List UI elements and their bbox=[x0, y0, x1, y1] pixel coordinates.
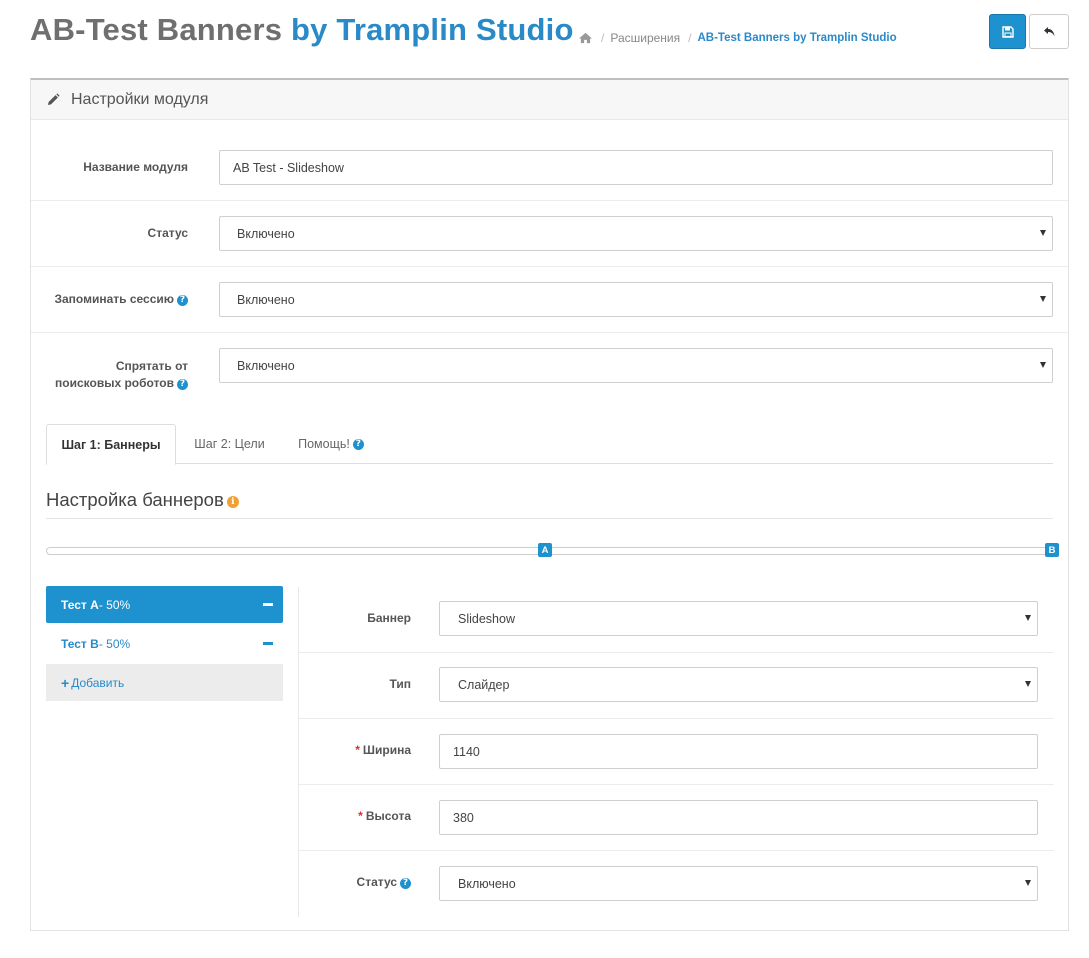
plus-icon: + bbox=[61, 674, 70, 691]
minus-icon[interactable] bbox=[263, 642, 273, 645]
status-label: Статус bbox=[147, 226, 188, 240]
status-select-value: Включено bbox=[237, 226, 295, 241]
variant-row-type: Тип Слайдер bbox=[299, 653, 1054, 719]
type-select-value: Слайдер bbox=[458, 677, 510, 692]
minus-icon[interactable] bbox=[263, 603, 273, 606]
breadcrumb-separator: / bbox=[688, 31, 692, 45]
hide-from-bots-label-line1: Спрятать от bbox=[115, 359, 188, 373]
banner-settings-title-text: Настройка баннеров bbox=[46, 489, 224, 510]
variant-a-name: Тест A bbox=[61, 597, 99, 612]
step-tabs: Шаг 1: Баннеры Шаг 2: Цели Помощь!? bbox=[46, 424, 1053, 465]
form-row-module-name: Название модуля AB Test - Slideshow bbox=[31, 120, 1068, 201]
banner-settings-title: Настройка баннеров i bbox=[46, 489, 239, 511]
variant-row-status: Статус? Включено bbox=[299, 851, 1054, 917]
hide-from-bots-label: Спрятать от поисковых роботов? bbox=[55, 358, 188, 392]
remember-session-select[interactable]: Включено bbox=[219, 282, 1053, 317]
variant-item-b[interactable]: Тест B - 50% bbox=[46, 625, 283, 662]
remember-session-select-value: Включено bbox=[237, 292, 295, 307]
question-icon: ? bbox=[352, 438, 364, 450]
height-label: * Высота bbox=[358, 809, 411, 823]
back-button[interactable] bbox=[1029, 14, 1069, 49]
add-variant-label: Добавить bbox=[71, 675, 125, 690]
split-handle-b[interactable]: B bbox=[1045, 543, 1059, 557]
breadcrumb-extensions[interactable]: Расширения bbox=[610, 31, 680, 45]
tab-help[interactable]: Помощь!? bbox=[286, 424, 376, 464]
pencil-icon bbox=[48, 92, 60, 105]
height-label-text: Высота bbox=[365, 809, 411, 823]
variant-settings-pane: Баннер Slideshow Тип Слайдер * Ширина 114… bbox=[298, 587, 1054, 917]
module-settings-panel: Настройки модуля Название модуля AB Test… bbox=[30, 78, 1069, 931]
width-label: * Ширина bbox=[355, 743, 411, 757]
page-title-accent: by Tramplin Studio bbox=[291, 12, 574, 47]
question-icon[interactable]: ? bbox=[177, 295, 188, 306]
banner-select[interactable]: Slideshow bbox=[439, 601, 1038, 636]
tab-goals[interactable]: Шаг 2: Цели bbox=[182, 424, 277, 464]
breadcrumb-current[interactable]: AB-Test Banners by Tramplin Studio bbox=[697, 32, 896, 44]
variant-b-share: - 50% bbox=[98, 636, 131, 651]
split-handle-a[interactable]: A bbox=[538, 543, 552, 557]
hide-from-bots-label-line2: поисковых роботов bbox=[55, 376, 174, 390]
page-title: AB-Test Banners by Tramplin Studio bbox=[30, 12, 574, 48]
width-input[interactable]: 1140 bbox=[439, 734, 1038, 769]
variant-status-label: Статус? bbox=[357, 875, 411, 889]
module-name-label: Название модуля bbox=[83, 160, 188, 174]
variant-row-width: * Ширина 1140 bbox=[299, 719, 1054, 785]
breadcrumb-separator: / bbox=[601, 31, 605, 45]
panel-title: Настройки модуля bbox=[71, 90, 209, 108]
variant-row-banner: Баннер Slideshow bbox=[299, 587, 1054, 653]
page-header: AB-Test Banners by Tramplin Studio / Рас… bbox=[0, 0, 1089, 70]
variant-b-name: Тест B bbox=[61, 636, 99, 651]
tab-help-label: Помощь! bbox=[298, 437, 350, 451]
remember-session-label-text: Запоминать сессию bbox=[54, 292, 174, 306]
tab-banners[interactable]: Шаг 1: Баннеры bbox=[46, 424, 176, 465]
status-select[interactable]: Включено bbox=[219, 216, 1053, 251]
module-name-input[interactable]: AB Test - Slideshow bbox=[219, 150, 1053, 185]
type-select[interactable]: Слайдер bbox=[439, 667, 1038, 702]
hide-from-bots-select[interactable]: Включено bbox=[219, 348, 1053, 383]
variant-status-select-value: Включено bbox=[458, 876, 516, 891]
variant-row-height: * Высота 380 bbox=[299, 785, 1054, 851]
caret-down-icon bbox=[1040, 230, 1046, 236]
type-label: Тип bbox=[389, 677, 412, 691]
back-icon bbox=[1043, 26, 1054, 36]
home-icon[interactable] bbox=[578, 32, 593, 44]
hide-from-bots-select-value: Включено bbox=[237, 358, 295, 373]
question-icon[interactable]: ? bbox=[177, 379, 188, 390]
caret-down-icon bbox=[1025, 615, 1031, 621]
form-row-hide-from-bots: Спрятать от поисковых роботов? Включено bbox=[31, 333, 1068, 403]
save-button[interactable] bbox=[989, 14, 1026, 49]
banner-select-value: Slideshow bbox=[458, 611, 515, 626]
variant-status-label-text: Статус bbox=[356, 875, 397, 889]
add-variant-button[interactable]: + Добавить bbox=[46, 664, 283, 701]
caret-down-icon bbox=[1025, 681, 1031, 687]
caret-down-icon bbox=[1040, 362, 1046, 368]
height-input[interactable]: 380 bbox=[439, 800, 1038, 835]
remember-session-label: Запоминать сессию? bbox=[54, 291, 188, 308]
variant-status-select[interactable]: Включено bbox=[439, 866, 1038, 901]
question-icon[interactable]: ? bbox=[400, 878, 411, 889]
banner-label: Баннер bbox=[367, 611, 411, 625]
panel-heading: Настройки модуля bbox=[31, 80, 1068, 120]
section-divider bbox=[46, 518, 1053, 519]
required-marker: * bbox=[355, 743, 360, 757]
save-icon bbox=[1001, 25, 1014, 38]
variant-item-a[interactable]: Тест A - 50% bbox=[46, 586, 283, 623]
hide-from-bots-label-line2-wrap: поисковых роботов? bbox=[55, 375, 188, 392]
required-marker: * bbox=[358, 809, 363, 823]
form-row-status: Статус Включено bbox=[31, 201, 1068, 267]
form-row-remember-session: Запоминать сессию? Включено bbox=[31, 267, 1068, 333]
info-icon[interactable]: i bbox=[226, 496, 239, 508]
caret-down-icon bbox=[1040, 296, 1046, 302]
variant-a-share: - 50% bbox=[98, 597, 131, 612]
caret-down-icon bbox=[1025, 880, 1031, 886]
breadcrumb: / Расширения / AB-Test Banners by Trampl… bbox=[578, 31, 897, 45]
width-label-text: Ширина bbox=[362, 743, 411, 757]
page-title-main: AB-Test Banners bbox=[30, 12, 292, 47]
